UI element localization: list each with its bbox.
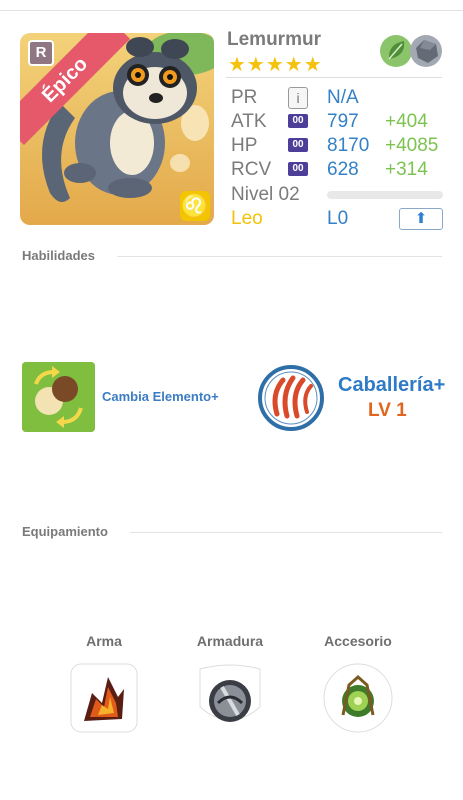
rcv-value: 628 bbox=[327, 159, 359, 180]
fire-weapon-icon bbox=[70, 663, 138, 733]
armor-slot[interactable] bbox=[196, 663, 264, 733]
level-label: Nivel 02 bbox=[231, 184, 300, 205]
upload-arrow-icon[interactable]: ⬆ bbox=[399, 208, 443, 230]
atk-bonus: +404 bbox=[385, 111, 428, 132]
zodiac-value: L0 bbox=[327, 208, 349, 229]
rarity-stars: ★★★★★ bbox=[228, 54, 323, 76]
leaf-element-icon bbox=[380, 35, 412, 67]
stat-label: PR bbox=[231, 87, 258, 108]
equipment-divider bbox=[130, 532, 442, 533]
equip-label-accessory: Accesorio bbox=[324, 633, 392, 649]
weapon-slot[interactable] bbox=[70, 663, 138, 733]
green-orb-accessory-icon bbox=[323, 663, 393, 733]
stat-label: HP bbox=[231, 135, 258, 156]
equip-label-weapon: Arma bbox=[86, 633, 122, 649]
rcv-bonus: +314 bbox=[385, 159, 428, 180]
plus-badge: 00 bbox=[288, 162, 308, 176]
accessory-slot[interactable] bbox=[323, 663, 393, 733]
top-divider bbox=[0, 10, 463, 11]
swap-elements-icon bbox=[22, 362, 95, 432]
plus-badge: 00 bbox=[288, 138, 308, 152]
skills-divider bbox=[117, 256, 442, 257]
leo-zodiac-icon: ♌ bbox=[180, 191, 210, 221]
element-icons bbox=[380, 35, 442, 67]
equipment-section-title: Equipamiento bbox=[22, 524, 108, 539]
monster-portrait[interactable]: Épico R ♌ bbox=[20, 33, 214, 225]
name-divider bbox=[226, 77, 442, 78]
rank-badge: R bbox=[28, 40, 54, 66]
change-element-skill-icon[interactable] bbox=[22, 362, 95, 432]
skills-section-title: Habilidades bbox=[22, 248, 95, 263]
pr-value: N/A bbox=[327, 87, 359, 108]
shield-armor-icon bbox=[199, 664, 261, 722]
leader-skill-level: LV 1 bbox=[368, 400, 407, 421]
zodiac-label: Leo bbox=[231, 208, 263, 229]
level-progress-bar bbox=[327, 191, 443, 199]
rock-element-icon bbox=[410, 35, 442, 67]
atk-value: 797 bbox=[327, 111, 359, 132]
info-icon[interactable]: i bbox=[288, 87, 308, 109]
stat-label: ATK bbox=[231, 111, 267, 132]
monster-name: Lemurmur bbox=[227, 29, 321, 50]
equip-label-armor: Armadura bbox=[196, 633, 264, 649]
hp-value: 8170 bbox=[327, 135, 370, 156]
active-skill-name[interactable]: Cambia Elemento+ bbox=[102, 389, 219, 404]
claw-leader-skill-icon[interactable] bbox=[257, 364, 325, 432]
plus-badge: 00 bbox=[288, 114, 308, 128]
stat-label: RCV bbox=[231, 159, 272, 180]
hp-bonus: +4085 bbox=[385, 135, 439, 156]
leader-skill-name[interactable]: Caballería+ bbox=[338, 374, 445, 397]
